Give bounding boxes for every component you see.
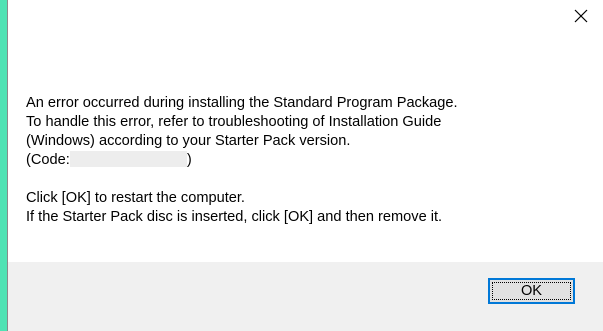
instruction-line: Click [OK] to restart the computer. <box>26 190 245 206</box>
instruction-line: If the Starter Pack disc is inserted, cl… <box>26 209 443 225</box>
error-code-line: (Code:) <box>26 151 586 170</box>
code-suffix: ) <box>186 152 192 168</box>
ok-button[interactable]: OK <box>488 278 575 304</box>
error-dialog: An error occurred during installing the … <box>7 0 603 331</box>
error-message: An error occurred during installing the … <box>26 94 586 227</box>
close-icon <box>574 9 588 22</box>
message-line: An error occurred during installing the … <box>26 95 458 111</box>
ok-button-label: OK <box>520 283 543 299</box>
message-line: (Windows) according to your Starter Pack… <box>26 133 351 149</box>
code-prefix: (Code: <box>26 152 70 168</box>
dialog-footer: OK <box>8 262 603 331</box>
close-button[interactable] <box>559 0 603 31</box>
redacted-error-code <box>69 151 187 167</box>
message-line: To handle this error, refer to troublesh… <box>26 114 442 130</box>
message-spacer <box>26 170 586 189</box>
